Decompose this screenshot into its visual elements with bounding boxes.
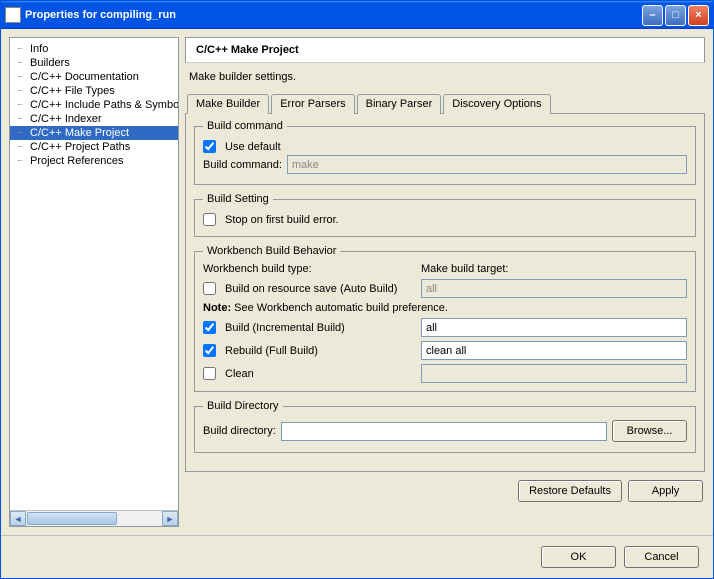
build-directory-label: Build directory: xyxy=(203,425,276,437)
stop-on-error-checkbox[interactable] xyxy=(203,213,216,226)
scroll-right-button[interactable]: ► xyxy=(162,511,178,526)
tab-strip: Make BuilderError ParsersBinary ParserDi… xyxy=(185,93,705,113)
build-setting-legend: Build Setting xyxy=(203,193,273,205)
build-setting-group: Build Setting Stop on first build error. xyxy=(194,193,696,237)
workbench-note: Note: See Workbench automatic build pref… xyxy=(203,302,687,314)
tree-item[interactable]: C/C++ Documentation xyxy=(10,70,178,84)
app-icon xyxy=(5,7,21,23)
apply-button[interactable]: Apply xyxy=(628,480,703,502)
full-build-label: Rebuild (Full Build) xyxy=(225,345,318,357)
content-panel: C/C++ Make Project Make builder settings… xyxy=(185,37,705,527)
build-command-legend: Build command xyxy=(203,120,287,132)
incremental-target-input[interactable] xyxy=(421,318,687,337)
make-target-label: Make build target: xyxy=(421,263,687,275)
tree-item[interactable]: Project References xyxy=(10,154,178,168)
stop-on-error-label: Stop on first build error. xyxy=(225,214,339,226)
workbench-group: Workbench Build Behavior Workbench build… xyxy=(194,245,696,392)
build-command-label: Build command: xyxy=(203,159,282,171)
tab[interactable]: Error Parsers xyxy=(271,94,354,114)
workbench-type-label: Workbench build type: xyxy=(203,263,413,275)
tree-item[interactable]: Builders xyxy=(10,56,178,70)
tree-item[interactable]: C/C++ Make Project xyxy=(10,126,178,140)
page-subtitle: Make builder settings. xyxy=(185,63,705,93)
build-command-input xyxy=(287,155,687,174)
incremental-build-checkbox[interactable] xyxy=(203,321,216,334)
cancel-button[interactable]: Cancel xyxy=(624,546,699,568)
tab[interactable]: Binary Parser xyxy=(357,94,442,114)
tree-item[interactable]: C/C++ Include Paths & Symbo xyxy=(10,98,178,112)
clean-label: Clean xyxy=(225,368,254,380)
incremental-build-label: Build (Incremental Build) xyxy=(225,322,345,334)
build-directory-group: Build Directory Build directory: Browse.… xyxy=(194,400,696,453)
properties-dialog: Properties for compiling_run – □ × InfoB… xyxy=(0,0,714,579)
scroll-thumb[interactable] xyxy=(27,512,117,525)
use-default-checkbox[interactable] xyxy=(203,140,216,153)
restore-defaults-button[interactable]: Restore Defaults xyxy=(518,480,622,502)
tree-item[interactable]: C/C++ Indexer xyxy=(10,112,178,126)
close-button[interactable]: × xyxy=(688,5,709,26)
build-directory-legend: Build Directory xyxy=(203,400,283,412)
tree-item[interactable]: Info xyxy=(10,42,178,56)
category-tree: InfoBuildersC/C++ DocumentationC/C++ Fil… xyxy=(9,37,179,527)
auto-build-target-input xyxy=(421,279,687,298)
tree-item[interactable]: C/C++ File Types xyxy=(10,84,178,98)
clean-checkbox[interactable] xyxy=(203,367,216,380)
build-directory-input[interactable] xyxy=(281,422,607,441)
dialog-footer: OK Cancel xyxy=(1,535,713,578)
build-command-group: Build command Use default Build command: xyxy=(194,120,696,185)
maximize-button[interactable]: □ xyxy=(665,5,686,26)
minimize-button[interactable]: – xyxy=(642,5,663,26)
tab-content: Build command Use default Build command:… xyxy=(185,113,705,472)
tree-hscrollbar[interactable]: ◄ ► xyxy=(10,510,178,526)
auto-build-checkbox[interactable] xyxy=(203,282,216,295)
tab[interactable]: Discovery Options xyxy=(443,94,550,114)
tree-item[interactable]: C/C++ Project Paths xyxy=(10,140,178,154)
use-default-label: Use default xyxy=(225,141,281,153)
page-title: C/C++ Make Project xyxy=(185,37,705,63)
scroll-left-button[interactable]: ◄ xyxy=(10,511,26,526)
workbench-legend: Workbench Build Behavior xyxy=(203,245,340,257)
full-build-checkbox[interactable] xyxy=(203,344,216,357)
window-title: Properties for compiling_run xyxy=(25,9,642,21)
titlebar[interactable]: Properties for compiling_run – □ × xyxy=(1,1,713,29)
clean-target-input xyxy=(421,364,687,383)
auto-build-label: Build on resource save (Auto Build) xyxy=(225,283,397,295)
ok-button[interactable]: OK xyxy=(541,546,616,568)
browse-button[interactable]: Browse... xyxy=(612,420,687,442)
full-target-input[interactable] xyxy=(421,341,687,360)
tab[interactable]: Make Builder xyxy=(187,94,269,114)
